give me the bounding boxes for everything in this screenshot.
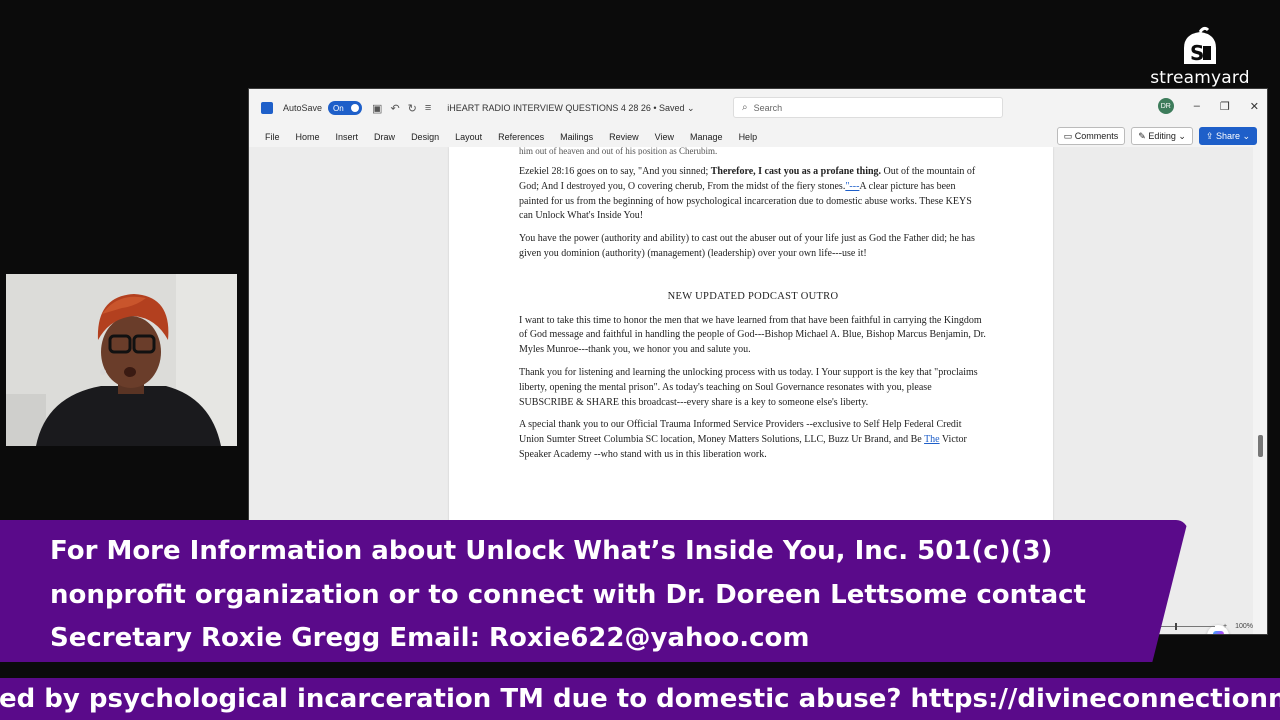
user-avatar[interactable]: DR bbox=[1157, 98, 1174, 114]
tab-file[interactable]: File bbox=[265, 132, 280, 142]
scrolling-ticker: ed by psychological incarceration TM due… bbox=[0, 678, 1280, 720]
banner-line-3: Secretary Roxie Gregg Email: Roxie622@ya… bbox=[50, 623, 810, 653]
close-icon[interactable]: ✕ bbox=[1250, 100, 1259, 113]
streamyard-mark-icon: S bbox=[1170, 24, 1230, 70]
minimize-icon[interactable]: – bbox=[1194, 100, 1200, 112]
p1-start: Ezekiel 28:16 goes on to say, "And you s… bbox=[519, 166, 711, 177]
tab-review[interactable]: Review bbox=[609, 132, 639, 142]
p1-tracked-change: "--- bbox=[845, 180, 860, 192]
webcam-feed bbox=[6, 274, 237, 446]
comments-label: Comments bbox=[1074, 131, 1119, 141]
ribbon-actions: ▭ Comments ✎ Editing ⌄ ⇪ Share ⌄ bbox=[1056, 127, 1257, 145]
section-heading: NEW UPDATED PODCAST OUTRO bbox=[667, 290, 839, 302]
restore-icon[interactable]: ❐ bbox=[1220, 100, 1230, 113]
cut-off-line: him out of heaven and out of his positio… bbox=[519, 147, 718, 155]
tab-design[interactable]: Design bbox=[411, 132, 439, 142]
share-icon: ⇪ bbox=[1205, 130, 1216, 141]
editing-button[interactable]: ✎ Editing ⌄ bbox=[1131, 127, 1193, 145]
search-placeholder: Search bbox=[753, 102, 783, 113]
title-bar: AutoSave On ▣ ↶ ↻ ≡ iHEART RADIO INTERVI… bbox=[249, 89, 1267, 127]
autosave-state: On bbox=[333, 103, 344, 113]
autosave-label: AutoSave bbox=[283, 103, 323, 113]
document-body[interactable]: him out of heaven and out of his positio… bbox=[519, 147, 987, 471]
presenter-video bbox=[6, 274, 237, 446]
undo-icon[interactable]: ↶ bbox=[390, 102, 399, 115]
document-title[interactable]: iHEART RADIO INTERVIEW QUESTIONS 4 28 26… bbox=[447, 103, 694, 114]
streamyard-logo: S streamyard bbox=[1140, 24, 1260, 96]
tab-mailings[interactable]: Mailings bbox=[560, 132, 593, 142]
pencil-icon: ✎ bbox=[1138, 130, 1149, 141]
tab-references[interactable]: References bbox=[498, 132, 544, 142]
vertical-scrollbar[interactable] bbox=[1255, 147, 1267, 634]
ticker-text: ed by psychological incarceration TM due… bbox=[0, 684, 1280, 714]
paragraph-power: You have the power (authority and abilit… bbox=[519, 233, 975, 259]
paragraph-providers: A special thank you to our Official Trau… bbox=[519, 418, 987, 462]
editing-label: Editing ⌄ bbox=[1148, 130, 1186, 141]
p1-bold: Therefore, I cast you as a profane thing… bbox=[710, 166, 882, 177]
redo-icon[interactable]: ↻ bbox=[408, 102, 417, 115]
save-icon[interactable]: ▣ bbox=[372, 102, 382, 115]
p5-tracked-change: The bbox=[924, 434, 940, 446]
comments-button[interactable]: ▭ Comments bbox=[1056, 127, 1126, 145]
window-controls: DR – ❐ ✕ bbox=[1157, 98, 1259, 114]
banner-line-1: For More Information about Unlock What’s… bbox=[50, 536, 1053, 566]
tab-draw[interactable]: Draw bbox=[374, 132, 395, 142]
search-input[interactable]: ⌕ Search bbox=[733, 97, 1003, 118]
p5-start: A special thank you to our Official Trau… bbox=[519, 419, 962, 446]
zoom-in-icon[interactable]: + bbox=[1223, 623, 1227, 630]
tab-insert[interactable]: Insert bbox=[336, 132, 359, 142]
share-button[interactable]: ⇪ Share ⌄ bbox=[1198, 127, 1257, 145]
comments-icon: ▭ bbox=[1063, 130, 1075, 141]
svg-text:S: S bbox=[1190, 41, 1204, 65]
ribbon-tabs: File Home Insert Draw Design Layout Refe… bbox=[249, 127, 1267, 147]
copilot-icon bbox=[1212, 630, 1224, 634]
tab-view[interactable]: View bbox=[655, 132, 674, 142]
info-banner-text: For More Information about Unlock What’s… bbox=[50, 530, 1150, 661]
tab-help[interactable]: Help bbox=[739, 132, 758, 142]
scrollbar-thumb[interactable] bbox=[1258, 435, 1263, 457]
banner-line-2: nonprofit organization or to connect wit… bbox=[50, 579, 1086, 610]
paragraph-ezekiel: Ezekiel 28:16 goes on to say, "And you s… bbox=[519, 165, 987, 224]
tab-manage[interactable]: Manage bbox=[690, 132, 723, 142]
share-label: Share ⌄ bbox=[1215, 130, 1250, 141]
tab-layout[interactable]: Layout bbox=[455, 132, 482, 142]
streamyard-wordmark: streamyard bbox=[1150, 68, 1250, 88]
autosave-toggle[interactable]: On bbox=[328, 101, 363, 115]
customize-toolbar-icon[interactable]: ≡ bbox=[425, 102, 431, 114]
word-app-icon bbox=[261, 102, 273, 114]
search-icon: ⌕ bbox=[742, 102, 748, 113]
paragraph-honor: I want to take this time to honor the me… bbox=[519, 314, 986, 356]
paragraph-thanks: Thank you for listening and learning the… bbox=[519, 366, 978, 408]
tab-home[interactable]: Home bbox=[296, 132, 320, 142]
zoom-level[interactable]: 100% bbox=[1235, 623, 1253, 630]
